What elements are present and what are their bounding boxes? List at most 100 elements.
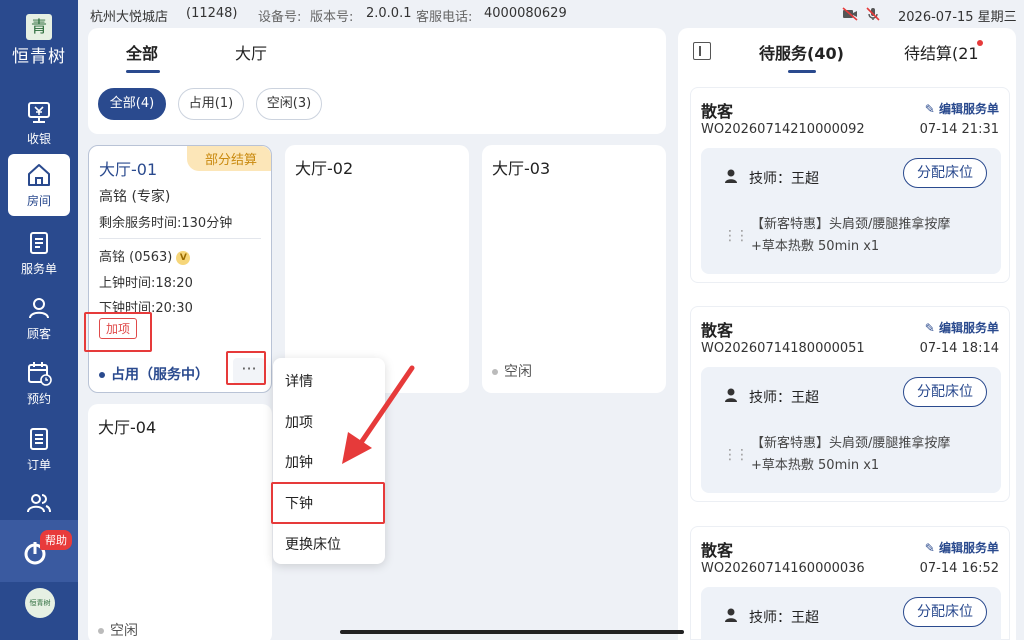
assign-bed-button[interactable]: 分配床位 (903, 377, 987, 407)
edit-order-button[interactable]: ✎ 编辑服务单 (925, 100, 999, 117)
support-phone: 4000080629 (484, 6, 567, 21)
sidebar-item-service-order[interactable]: 服务单 (0, 222, 78, 284)
device-label: 设备号: (258, 10, 302, 25)
customer-name: 高铭 (0563) (99, 250, 173, 265)
filter-occupied[interactable]: 占用(1) (178, 88, 244, 120)
phone-label: 客服电话: (416, 10, 473, 25)
assign-bed-button[interactable]: 分配床位 (903, 158, 987, 188)
service-description: 【新客特惠】头肩颈/腰腿推拿按摩 +草本热敷 50min x1 (751, 433, 991, 477)
drag-handle-icon[interactable]: ⋮⋮ (723, 447, 749, 463)
order-id: WO20260714180000051 (701, 341, 865, 356)
edit-order-label: 编辑服务单 (938, 321, 999, 335)
order-icon (30, 428, 48, 450)
menu-item-add-item[interactable]: 加项 (285, 412, 313, 432)
therapist-name: 高铭 (专家) (99, 189, 171, 205)
order-id: WO20260714160000036 (701, 561, 865, 576)
version-number: 2.0.0.1 (366, 6, 412, 21)
room-status-idle: 空闲 (492, 361, 532, 381)
edit-order-button[interactable]: ✎ 编辑服务单 (925, 539, 999, 556)
footer-logo: 恒青树 (25, 588, 55, 618)
camera-off-icon (842, 7, 858, 21)
edit-order-label: 编辑服务单 (938, 102, 999, 116)
menu-item-add-time[interactable]: 加钟 (285, 452, 313, 472)
help-label: 帮助 (40, 530, 72, 550)
menu-item-details[interactable]: 详情 (285, 371, 313, 391)
sidebar-item-label: 房间 (26, 194, 51, 208)
store-code: (11248) (186, 6, 238, 21)
tab-all-areas[interactable]: 全部 (126, 40, 158, 64)
edit-order-button[interactable]: ✎ 编辑服务单 (925, 319, 999, 336)
service-line: +草本热敷 50min x1 (751, 458, 880, 473)
room-name: 大厅-01 (99, 160, 158, 179)
app-logo: 青 恒青树 (0, 14, 78, 67)
technician-icon (725, 388, 737, 402)
sidebar-item-customer[interactable]: 顾客 (0, 287, 78, 349)
room-card-hall-04[interactable]: 大厅-04 空闲 (88, 404, 272, 640)
collapse-panel-icon[interactable] (693, 42, 711, 60)
room-card-hall-02[interactable]: 大厅-02 (285, 145, 469, 393)
start-time: 上钟时间:18:20 (99, 276, 193, 291)
filter-idle[interactable]: 空闲(3) (256, 88, 322, 120)
sidebar-item-label: 服务单 (20, 262, 57, 276)
logo-text: 恒青树 (12, 47, 66, 67)
sidebar-item-staff[interactable] (0, 482, 78, 520)
order-time: 07-14 18:14 (919, 341, 999, 356)
sidebar-item-rooms[interactable]: 房间 (8, 154, 70, 216)
sidebar-item-label: 收银 (26, 132, 51, 146)
remaining-time: 剩余服务时间:130分钟 (99, 216, 233, 231)
customer-info: 高铭 (0563) V (99, 246, 191, 265)
card-divider (99, 238, 261, 239)
tab-pending-settlement[interactable]: 待结算(21 (904, 40, 979, 64)
tab-underline (788, 70, 816, 73)
sidebar-item-cashier[interactable]: 收银 (0, 92, 78, 154)
customer-type: 散客 (701, 321, 734, 340)
edit-order-label: 编辑服务单 (938, 541, 999, 555)
room-status-occupied: 占用（服务中） (99, 364, 209, 384)
room-card-hall-03[interactable]: 大厅-03 空闲 (482, 145, 666, 393)
service-order-card[interactable]: 散客 ✎ 编辑服务单 WO20260714180000051 07-14 18:… (690, 306, 1010, 502)
service-line: 【新客特惠】头肩颈/腰腿推拿按摩 (751, 217, 951, 232)
service-line: 【新客特惠】头肩颈/腰腿推拿按摩 (751, 436, 951, 451)
service-description: 【新客特惠】头肩颈/腰腿推拿按摩 +草本热敷 50min x1 (751, 214, 991, 258)
calendar-icon (28, 362, 52, 386)
sidebar-item-order[interactable]: 订单 (0, 418, 78, 480)
annotation-arrow (342, 365, 415, 464)
highlight-end-service (271, 482, 385, 524)
help-button[interactable]: 帮助 (0, 520, 78, 582)
status-bar: 杭州大悦城店 (11248) 设备号: 版本号: 2.0.0.1 客服电话: 4… (78, 0, 1024, 28)
cashier-icon (28, 102, 50, 123)
customer-icon (29, 298, 49, 319)
filter-all[interactable]: 全部(4) (98, 88, 166, 120)
room-name: 大厅-04 (98, 418, 157, 437)
tab-pending-service[interactable]: 待服务(40) (759, 40, 844, 64)
tab-hall[interactable]: 大厅 (235, 40, 267, 64)
service-order-card[interactable]: 散客 ✎ 编辑服务单 WO20260714160000036 07-14 16:… (690, 526, 1010, 640)
drag-handle-icon[interactable]: ⋮⋮ (723, 228, 749, 244)
technician-name: 技师：王超 (749, 390, 819, 406)
sidebar: 青 恒青树 收银 房间 服务单 顾客 预约 订单 帮助 恒青树 (0, 0, 78, 640)
staff-icon (27, 494, 51, 513)
store-name: 杭州大悦城店 (90, 10, 169, 25)
technician-icon (725, 608, 737, 622)
order-id: WO20260714210000092 (701, 122, 865, 137)
technician-name: 技师：王超 (749, 610, 819, 626)
logo-mark: 青 (26, 14, 52, 40)
room-status-idle: 空闲 (98, 620, 138, 640)
version-label: 版本号: (310, 10, 354, 25)
tab-underline (126, 70, 160, 73)
mic-off-icon (866, 7, 880, 21)
customer-type: 散客 (701, 102, 734, 121)
home-indicator (340, 630, 684, 634)
order-detail: 技师：王超 分配床位 (701, 587, 1001, 640)
room-filter-panel: 全部 大厅 全部(4) 占用(1) 空闲(3) (88, 28, 666, 134)
service-order-card[interactable]: 散客 ✎ 编辑服务单 WO20260714210000092 07-14 21:… (690, 87, 1010, 283)
sidebar-item-booking[interactable]: 预约 (0, 352, 78, 414)
date-time: 2026-07-15 星期三 (898, 10, 1017, 25)
menu-item-change-bed[interactable]: 更换床位 (285, 534, 341, 554)
customer-type: 散客 (701, 541, 734, 560)
assign-bed-button[interactable]: 分配床位 (903, 597, 987, 627)
room-name: 大厅-03 (492, 159, 551, 178)
room-name: 大厅-02 (295, 159, 354, 178)
highlight-add-item (84, 312, 152, 352)
technician-icon (725, 169, 737, 183)
